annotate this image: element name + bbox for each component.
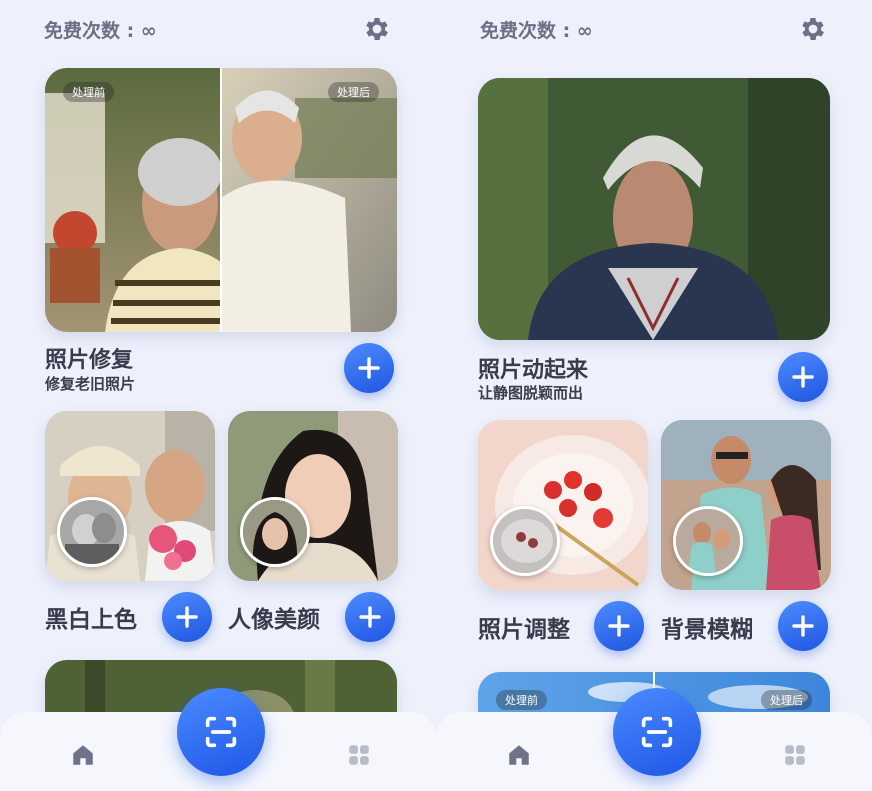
free-count-label: 免费次数 : ∞ — [480, 20, 593, 42]
scan-button[interactable] — [613, 688, 701, 776]
blur-add-button[interactable] — [778, 601, 828, 651]
beauty-title: 人像美颜 — [228, 607, 320, 633]
adjust-before-thumbnail — [490, 506, 560, 576]
apps-grid-icon[interactable] — [782, 742, 808, 768]
scan-icon — [641, 716, 673, 748]
colorize-add-button[interactable] — [162, 592, 212, 642]
beauty-add-button[interactable] — [345, 592, 395, 642]
colorize-card-image[interactable] — [45, 411, 215, 581]
screen-right: 免费次数 : ∞ 照片动起来 让静图脱颖而出 照片调整 背景模糊 处理前 处理后 — [436, 0, 872, 791]
before-after-photo — [45, 68, 397, 332]
animate-photo — [478, 78, 830, 340]
colorize-before-thumbnail — [57, 497, 127, 567]
settings-gear-icon[interactable] — [798, 14, 828, 44]
beauty-before-thumbnail — [240, 497, 310, 567]
after-label: 处理后 — [328, 82, 379, 102]
animate-photo-title: 照片动起来 — [478, 358, 589, 383]
blur-title: 背景模糊 — [661, 617, 753, 643]
animate-photo-subtitle: 让静图脱颖而出 — [478, 384, 584, 402]
before-label: 处理前 — [496, 690, 547, 710]
settings-gear-icon[interactable] — [362, 14, 392, 44]
scan-icon — [205, 716, 237, 748]
top-bar: 免费次数 : ∞ — [480, 12, 828, 46]
home-icon[interactable] — [70, 742, 96, 768]
blur-card-image[interactable] — [661, 420, 831, 590]
beauty-card-image[interactable] — [228, 411, 398, 581]
animate-photo-add-button[interactable] — [778, 352, 828, 402]
animate-photo-card-image[interactable] — [478, 78, 830, 340]
top-bar: 免费次数 : ∞ — [44, 12, 392, 46]
blur-before-thumbnail — [673, 506, 743, 576]
after-label: 处理后 — [761, 690, 812, 710]
before-label: 处理前 — [63, 82, 114, 102]
scan-button[interactable] — [177, 688, 265, 776]
photo-repair-card-image[interactable]: 处理前 处理后 — [45, 68, 397, 332]
photo-repair-add-button[interactable] — [344, 343, 394, 393]
photo-repair-subtitle: 修复老旧照片 — [45, 375, 136, 393]
photo-repair-title: 照片修复 — [45, 348, 134, 373]
home-icon[interactable] — [506, 742, 532, 768]
colorize-title: 黑白上色 — [45, 607, 137, 633]
adjust-add-button[interactable] — [594, 601, 644, 651]
adjust-card-image[interactable] — [478, 420, 648, 590]
screen-left: 免费次数 : ∞ 处理前 处理后 照片修复 修复老旧照片 黑白上色 人像美颜 — [0, 0, 436, 791]
adjust-title: 照片调整 — [478, 617, 570, 643]
free-count-label: 免费次数 : ∞ — [44, 20, 157, 42]
apps-grid-icon[interactable] — [346, 742, 372, 768]
